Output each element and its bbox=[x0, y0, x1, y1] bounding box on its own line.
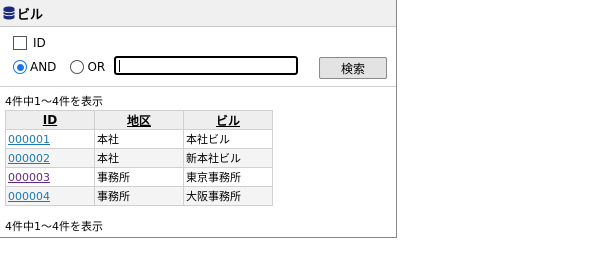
cell-id: 000002 bbox=[5, 148, 95, 168]
cell-id: 000003 bbox=[5, 167, 95, 187]
database-icon bbox=[3, 6, 15, 20]
result-count-top: 4件中1～4件を表示 bbox=[5, 95, 103, 108]
column-header-building[interactable]: ビル bbox=[183, 110, 273, 130]
cell-building: 本社ビル bbox=[183, 129, 273, 149]
cell-id: 000001 bbox=[5, 129, 95, 149]
building-search-panel: ビル ID AND OR 検索 4件中1～4件を表示 ID 地区 ビル 0000… bbox=[0, 0, 397, 238]
search-button[interactable]: 検索 bbox=[319, 57, 387, 79]
table-row: 000001 本社 本社ビル bbox=[5, 129, 273, 149]
column-header-id[interactable]: ID bbox=[5, 110, 95, 130]
panel-title: ビル bbox=[17, 7, 44, 23]
divider bbox=[0, 86, 396, 87]
id-filter[interactable]: ID bbox=[13, 36, 46, 50]
cell-building: 新本社ビル bbox=[183, 148, 273, 168]
panel-header: ビル bbox=[0, 0, 396, 27]
id-checkbox-label: ID bbox=[33, 36, 46, 50]
result-count-bottom: 4件中1～4件を表示 bbox=[5, 220, 103, 233]
cell-id: 000004 bbox=[5, 186, 95, 206]
and-radio-label: AND bbox=[30, 60, 57, 74]
cell-area: 事務所 bbox=[94, 167, 184, 187]
record-id-link[interactable]: 000003 bbox=[8, 171, 50, 184]
search-input[interactable] bbox=[114, 56, 298, 75]
record-id-link[interactable]: 000004 bbox=[8, 190, 50, 203]
text-caret bbox=[119, 60, 120, 72]
record-id-link[interactable]: 000002 bbox=[8, 152, 50, 165]
cell-building: 大阪事務所 bbox=[183, 186, 273, 206]
table-header-row: ID 地区 ビル bbox=[5, 110, 273, 130]
id-checkbox[interactable] bbox=[13, 36, 27, 50]
column-header-area[interactable]: 地区 bbox=[94, 110, 184, 130]
cell-area: 本社 bbox=[94, 148, 184, 168]
table-row: 000003 事務所 東京事務所 bbox=[5, 167, 273, 187]
table-row: 000002 本社 新本社ビル bbox=[5, 148, 273, 168]
and-radio[interactable] bbox=[13, 60, 27, 74]
or-radio[interactable] bbox=[70, 60, 85, 74]
cell-area: 本社 bbox=[94, 129, 184, 149]
record-id-link[interactable]: 000001 bbox=[8, 133, 50, 146]
results-table: ID 地区 ビル 000001 本社 本社ビル 000002 本社 新本社ビル … bbox=[5, 110, 273, 206]
table-row: 000004 事務所 大阪事務所 bbox=[5, 186, 273, 206]
or-radio-label: OR bbox=[87, 60, 106, 74]
cell-area: 事務所 bbox=[94, 186, 184, 206]
cell-building: 東京事務所 bbox=[183, 167, 273, 187]
